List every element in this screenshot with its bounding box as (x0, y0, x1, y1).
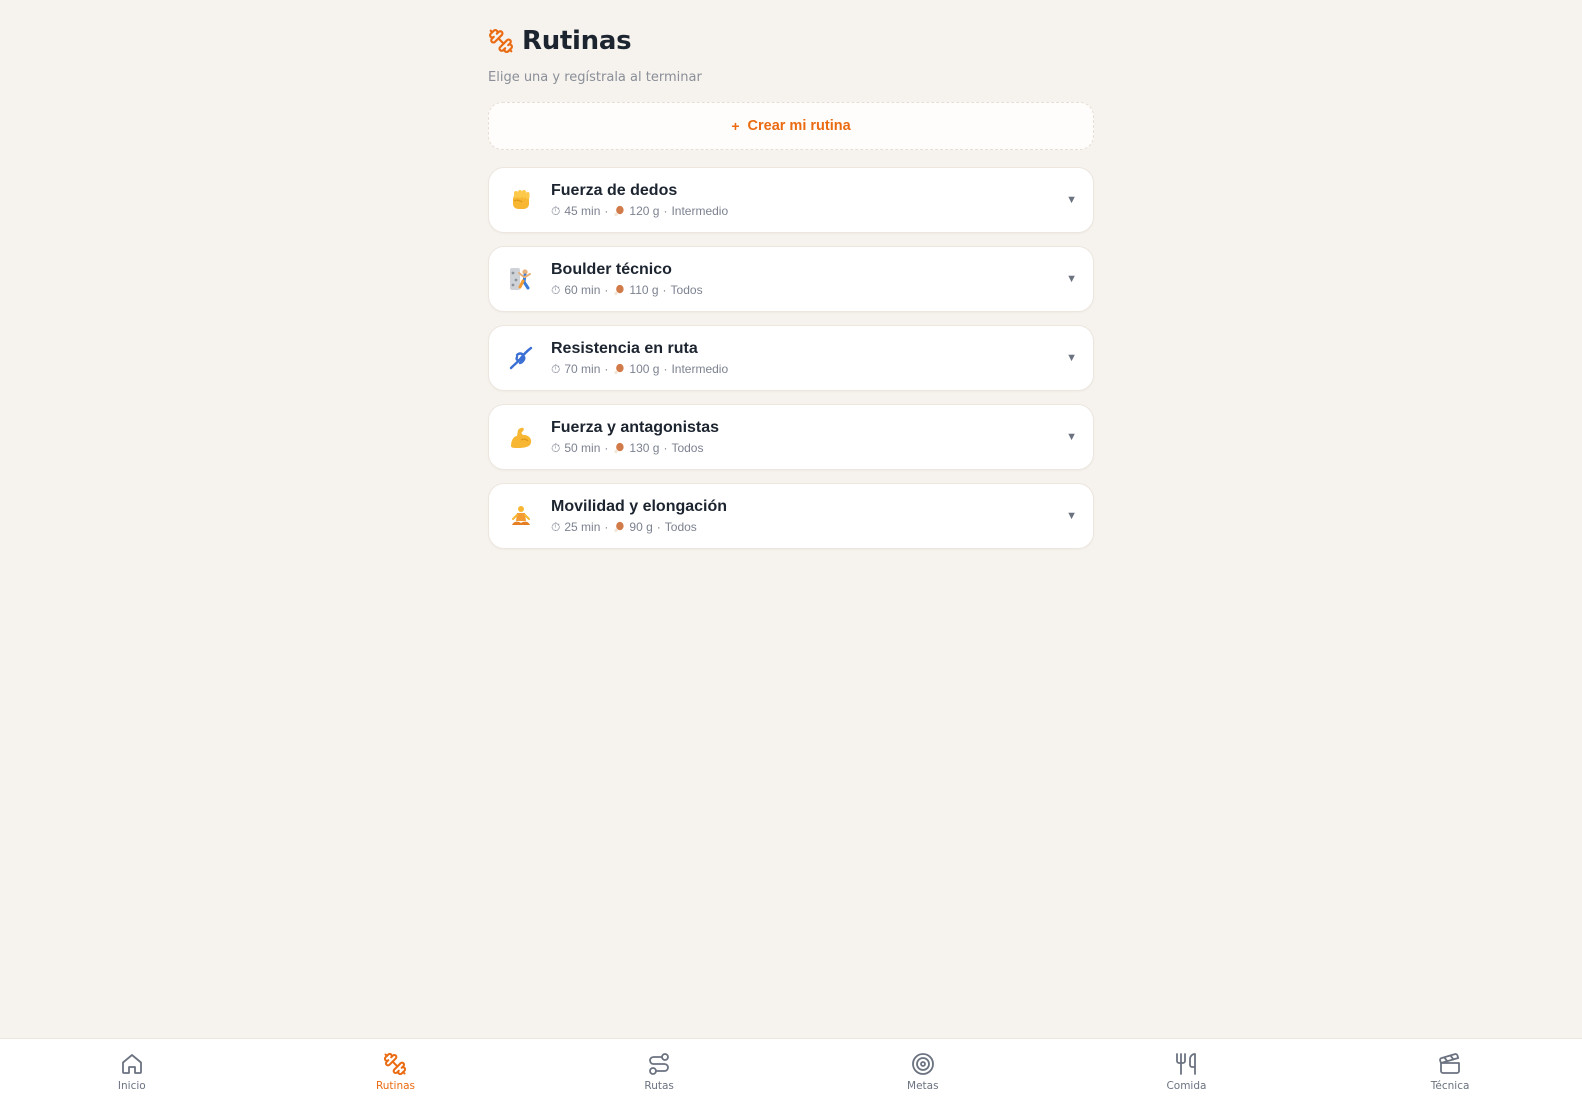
raised-fist-icon (507, 186, 535, 214)
routine-meta: ⏱ 70 min · 100 g · Intermedio (551, 362, 728, 377)
bottom-nav: Inicio Rutinas Rutas Metas Comida Técnic… (0, 1038, 1582, 1104)
meta-separator: · (604, 283, 609, 297)
stopwatch-icon: ⏱ (551, 361, 561, 376)
routine-protein: 100 g (629, 362, 660, 376)
drumstick-icon (612, 442, 625, 455)
routine-card-boulder-tecnico[interactable]: Boulder técnico ⏱ 60 min · 110 g · Todos… (488, 246, 1094, 312)
drumstick-icon (612, 363, 625, 376)
route-icon (649, 1052, 670, 1075)
app-page: Rutinas Elige una y regístrala al termin… (0, 0, 1582, 1104)
meta-separator: · (663, 204, 668, 218)
chevron-down-icon[interactable]: ▼ (1066, 194, 1077, 206)
flexed-biceps-icon (507, 423, 535, 451)
meta-separator: · (662, 283, 667, 297)
routine-protein: 120 g (629, 204, 660, 218)
routine-card-fuerza-de-dedos[interactable]: Fuerza de dedos ⏱ 45 min · 120 g · Inter… (488, 167, 1094, 233)
create-routine-button[interactable]: + Crear mi rutina (488, 102, 1094, 150)
dumbbell-icon (384, 1052, 407, 1075)
routine-name: Movilidad y elongación (551, 497, 728, 515)
routine-protein: 130 g (629, 441, 660, 455)
chevron-down-icon[interactable]: ▼ (1066, 510, 1077, 522)
chevron-down-icon[interactable]: ▼ (1066, 431, 1077, 443)
chevron-down-icon[interactable]: ▼ (1066, 352, 1077, 364)
routine-level: Todos (670, 283, 703, 297)
routine-meta: ⏱ 60 min · 110 g · Todos (551, 283, 703, 298)
routine-duration: 45 min (564, 204, 601, 218)
page-header: Rutinas (488, 24, 1094, 58)
routine-level: Intermedio (671, 204, 729, 218)
routine-card-movilidad-y-elongacion[interactable]: Movilidad y elongación ⏱ 25 min · 90 g ·… (488, 483, 1094, 549)
knot-icon (507, 344, 535, 372)
routine-card-fuerza-y-antagonistas[interactable]: Fuerza y antagonistas ⏱ 50 min · 130 g ·… (488, 404, 1094, 470)
nav-label: Técnica (1430, 1079, 1470, 1092)
create-routine-label: Crear mi rutina (747, 118, 851, 134)
routine-level: Todos (664, 520, 697, 534)
routine-name: Boulder técnico (551, 260, 672, 278)
routine-meta: ⏱ 50 min · 130 g · Todos (551, 441, 719, 456)
stopwatch-icon: ⏱ (551, 282, 561, 297)
routine-level: Intermedio (671, 362, 729, 376)
stopwatch-icon: ⏱ (551, 440, 561, 455)
meta-separator: · (663, 441, 668, 455)
meta-separator: · (604, 204, 609, 218)
target-icon (911, 1052, 934, 1075)
routine-name: Resistencia en ruta (551, 339, 698, 357)
nav-item-inicio[interactable]: Inicio (72, 1052, 192, 1092)
nav-item-comida[interactable]: Comida (1126, 1052, 1246, 1092)
routine-list: Fuerza de dedos ⏱ 45 min · 120 g · Inter… (488, 167, 1094, 549)
routine-level: Todos (671, 441, 704, 455)
main-content: Rutinas Elige una y regístrala al termin… (488, 24, 1094, 549)
routine-meta: ⏱ 25 min · 90 g · Todos (551, 520, 727, 535)
dumbbell-icon (488, 28, 514, 54)
nav-label: Comida (1166, 1079, 1207, 1092)
lotus-position-icon (507, 502, 535, 530)
stopwatch-icon: ⏱ (551, 203, 561, 218)
routine-name: Fuerza de dedos (551, 181, 678, 199)
chevron-down-icon[interactable]: ▼ (1066, 273, 1077, 285)
routine-protein: 90 g (629, 520, 653, 534)
nav-label: Metas (907, 1079, 939, 1092)
nav-item-rutinas[interactable]: Rutinas (335, 1052, 455, 1092)
routine-duration: 60 min (564, 283, 601, 297)
routine-meta: ⏱ 45 min · 120 g · Intermedio (551, 204, 728, 219)
clapperboard-icon (1439, 1052, 1461, 1074)
nav-label: Rutas (644, 1079, 674, 1092)
meta-separator: · (663, 362, 668, 376)
drumstick-icon (612, 284, 625, 297)
nav-label: Rutinas (375, 1079, 416, 1092)
routine-name: Fuerza y antagonistas (551, 418, 720, 436)
nav-label: Inicio (117, 1079, 146, 1092)
home-icon (121, 1053, 142, 1074)
meta-separator: · (604, 441, 609, 455)
nav-item-metas[interactable]: Metas (863, 1052, 983, 1092)
nav-item-tecnica[interactable]: Técnica (1390, 1052, 1510, 1092)
climber-icon (507, 265, 535, 293)
drumstick-icon (612, 521, 625, 534)
meta-separator: · (604, 520, 609, 534)
page-subtitle: Elige una y regístrala al terminar (488, 70, 702, 85)
nav-item-rutas[interactable]: Rutas (599, 1052, 719, 1092)
meta-separator: · (604, 362, 609, 376)
meta-separator: · (656, 520, 661, 534)
routine-card-resistencia-en-ruta[interactable]: Resistencia en ruta ⏱ 70 min · 100 g · I… (488, 325, 1094, 391)
plus-icon: + (731, 118, 740, 134)
routine-duration: 70 min (564, 362, 601, 376)
stopwatch-icon: ⏱ (551, 519, 561, 534)
page-title: Rutinas (522, 26, 632, 56)
routine-duration: 50 min (564, 441, 601, 455)
fork-knife-icon (1176, 1052, 1197, 1075)
drumstick-icon (612, 205, 625, 218)
routine-duration: 25 min (564, 520, 601, 534)
routine-protein: 110 g (629, 283, 659, 297)
